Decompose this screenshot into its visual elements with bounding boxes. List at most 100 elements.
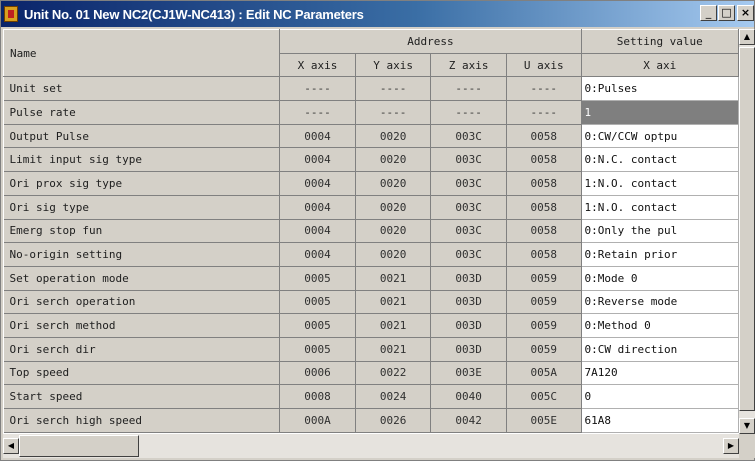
address-cell: 0022	[355, 360, 432, 386]
table-row[interactable]: Ori prox sig type 0004 0020 003C 0058 1:N.O. …	[3, 171, 739, 196]
horizontal-scrollbar[interactable]: ◀ ▶	[3, 434, 739, 458]
address-cell: 003C	[430, 218, 507, 244]
setting-value-cell[interactable]: 1	[581, 100, 739, 125]
size-grip[interactable]	[739, 434, 755, 458]
address-cell: 0026	[355, 408, 432, 433]
address-cell: 005C	[506, 384, 582, 409]
setting-value-cell[interactable]: 0:Method 0	[581, 313, 739, 338]
header-name[interactable]: Name	[3, 29, 281, 78]
header-x-axis[interactable]: X axis	[279, 52, 356, 78]
parameter-name[interactable]: Limit input sig type	[3, 147, 281, 173]
table-row[interactable]: Pulse rate ---- ---- ---- ---- 1	[3, 100, 739, 125]
table-row[interactable]: Ori serch method 0005 0021 003D 0059 0:Method…	[3, 313, 739, 338]
address-cell: 003E	[430, 360, 507, 386]
parameter-name[interactable]: Emerg stop fun	[3, 218, 281, 244]
setting-value-cell[interactable]: 7A120	[581, 361, 739, 386]
arrow-up-icon[interactable]: ▲	[739, 29, 755, 45]
parameter-name[interactable]: Pulse rate	[3, 100, 281, 125]
table-row[interactable]: Output Pulse 0004 0020 003C 0058 0:CW/CCW opt…	[3, 123, 739, 149]
parameter-name[interactable]: No-origin setting	[3, 242, 281, 267]
address-cell: 003C	[430, 194, 507, 220]
horizontal-scroll-thumb[interactable]	[19, 435, 139, 457]
maximize-button[interactable]: □	[718, 5, 735, 21]
header-setting-value[interactable]: Setting value	[580, 29, 739, 54]
parameter-name[interactable]: Unit set	[3, 76, 281, 102]
address-cell: 0058	[506, 123, 582, 149]
address-cell: 0020	[355, 123, 432, 149]
address-cell: 0004	[279, 147, 356, 173]
address-cell: 003C	[430, 171, 507, 196]
address-cell: 0020	[355, 194, 432, 220]
close-button[interactable]: ×	[737, 5, 754, 21]
setting-value-cell[interactable]: 0:Only the pul	[581, 219, 739, 244]
parameter-name[interactable]: Ori serch high speed	[3, 408, 281, 433]
app-icon[interactable]	[4, 6, 18, 22]
parameter-name[interactable]: Top speed	[3, 360, 281, 386]
arrow-left-icon[interactable]: ◀	[3, 438, 19, 454]
table-row[interactable]: No-origin setting 0004 0020 003C 0058 0:Retai…	[3, 242, 739, 267]
parameter-name[interactable]: Output Pulse	[3, 123, 281, 149]
table-row[interactable]: Ori sig type 0004 0020 003C 0058 1:N.O. conta…	[3, 194, 739, 220]
parameter-name[interactable]: Ori serch dir	[3, 336, 281, 362]
setting-value-cell[interactable]: 0	[581, 384, 739, 409]
address-cell: 0021	[355, 336, 432, 362]
address-cell: ----	[355, 76, 432, 102]
address-cell: 0004	[279, 123, 356, 149]
table-row[interactable]: Set operation mode 0005 0021 003D 0059 0:Mode…	[3, 265, 739, 291]
address-cell: 0020	[355, 171, 432, 196]
setting-value-cell[interactable]: 1:N.O. contact	[581, 195, 739, 220]
address-cell: ----	[430, 100, 507, 125]
parameter-name[interactable]: Ori serch method	[3, 313, 281, 338]
table-row[interactable]: Unit set ---- ---- ---- ---- 0:Pulses	[3, 76, 739, 102]
table-row[interactable]: Ori serch high speed 000A 0026 0042 005E 61A8	[3, 408, 739, 433]
address-cell: 0058	[506, 218, 582, 244]
address-cell: 0059	[506, 265, 582, 291]
address-cell: 0040	[430, 384, 507, 409]
address-cell: 0008	[279, 384, 356, 409]
header-address[interactable]: Address	[279, 29, 582, 54]
setting-value-cell[interactable]: 0:Pulses	[581, 76, 739, 102]
arrow-down-icon[interactable]: ▼	[739, 418, 755, 434]
vertical-scroll-thumb[interactable]	[739, 47, 755, 411]
header-y-axis[interactable]: Y axis	[354, 52, 432, 78]
address-cell: 003D	[430, 336, 507, 362]
setting-value-cell[interactable]: 0:Mode 0	[581, 266, 739, 291]
parameter-name[interactable]: Ori prox sig type	[3, 171, 281, 196]
header-z-axis[interactable]: Z axis	[430, 52, 507, 78]
address-cell: 0020	[355, 242, 432, 267]
address-cell: 0004	[279, 171, 356, 196]
address-cell: 0004	[279, 218, 356, 244]
table-row[interactable]: Ori serch dir 0005 0021 003D 0059 0:CW direct…	[3, 336, 739, 362]
setting-value-cell[interactable]: 0:Retain prior	[581, 242, 739, 267]
header-setting-x-axis[interactable]: X axi	[580, 52, 739, 78]
address-cell: 003D	[430, 289, 507, 315]
minimize-button[interactable]: _	[700, 5, 717, 21]
address-cell: 005E	[506, 408, 582, 433]
setting-value-cell[interactable]: 1:N.O. contact	[581, 171, 739, 196]
header-u-axis[interactable]: U axis	[505, 52, 582, 78]
table-row[interactable]: Ori serch operation 0005 0021 003D 0059 0:Rev…	[3, 289, 739, 315]
address-cell: 0005	[279, 313, 356, 338]
table-row[interactable]: Emerg stop fun 0004 0020 003C 0058 0:Only the…	[3, 218, 739, 244]
parameter-name[interactable]: Ori serch operation	[3, 289, 281, 315]
address-cell: 003D	[430, 265, 507, 291]
table-row[interactable]: Start speed 0008 0024 0040 005C 0	[3, 384, 739, 409]
parameter-name[interactable]: Start speed	[3, 384, 281, 409]
setting-value-cell[interactable]: 0:N.C. contact	[581, 147, 739, 173]
table-row[interactable]: Limit input sig type 0004 0020 003C 0058 0:N.…	[3, 147, 739, 173]
setting-value-cell[interactable]: 61A8	[581, 408, 739, 433]
edit-nc-parameters-window: Unit No. 01 New NC2(CJ1W-NC413) : Edit N…	[0, 0, 755, 461]
parameter-name[interactable]: Ori sig type	[3, 194, 281, 220]
setting-value-cell[interactable]: 0:CW/CCW optpu	[581, 124, 739, 149]
address-cell: 0005	[279, 265, 356, 291]
setting-value-cell[interactable]: 0:CW direction	[581, 337, 739, 362]
address-cell: 0021	[355, 265, 432, 291]
address-cell: 0058	[506, 147, 582, 173]
title-bar[interactable]: Unit No. 01 New NC2(CJ1W-NC413) : Edit N…	[1, 1, 754, 27]
address-cell: 0059	[506, 289, 582, 315]
vertical-scrollbar[interactable]: ▲ ▼	[739, 29, 755, 434]
table-row[interactable]: Top speed 0006 0022 003E 005A 7A120	[3, 360, 739, 386]
setting-value-cell[interactable]: 0:Reverse mode	[581, 290, 739, 315]
arrow-right-icon[interactable]: ▶	[723, 438, 739, 454]
parameter-name[interactable]: Set operation mode	[3, 265, 281, 291]
